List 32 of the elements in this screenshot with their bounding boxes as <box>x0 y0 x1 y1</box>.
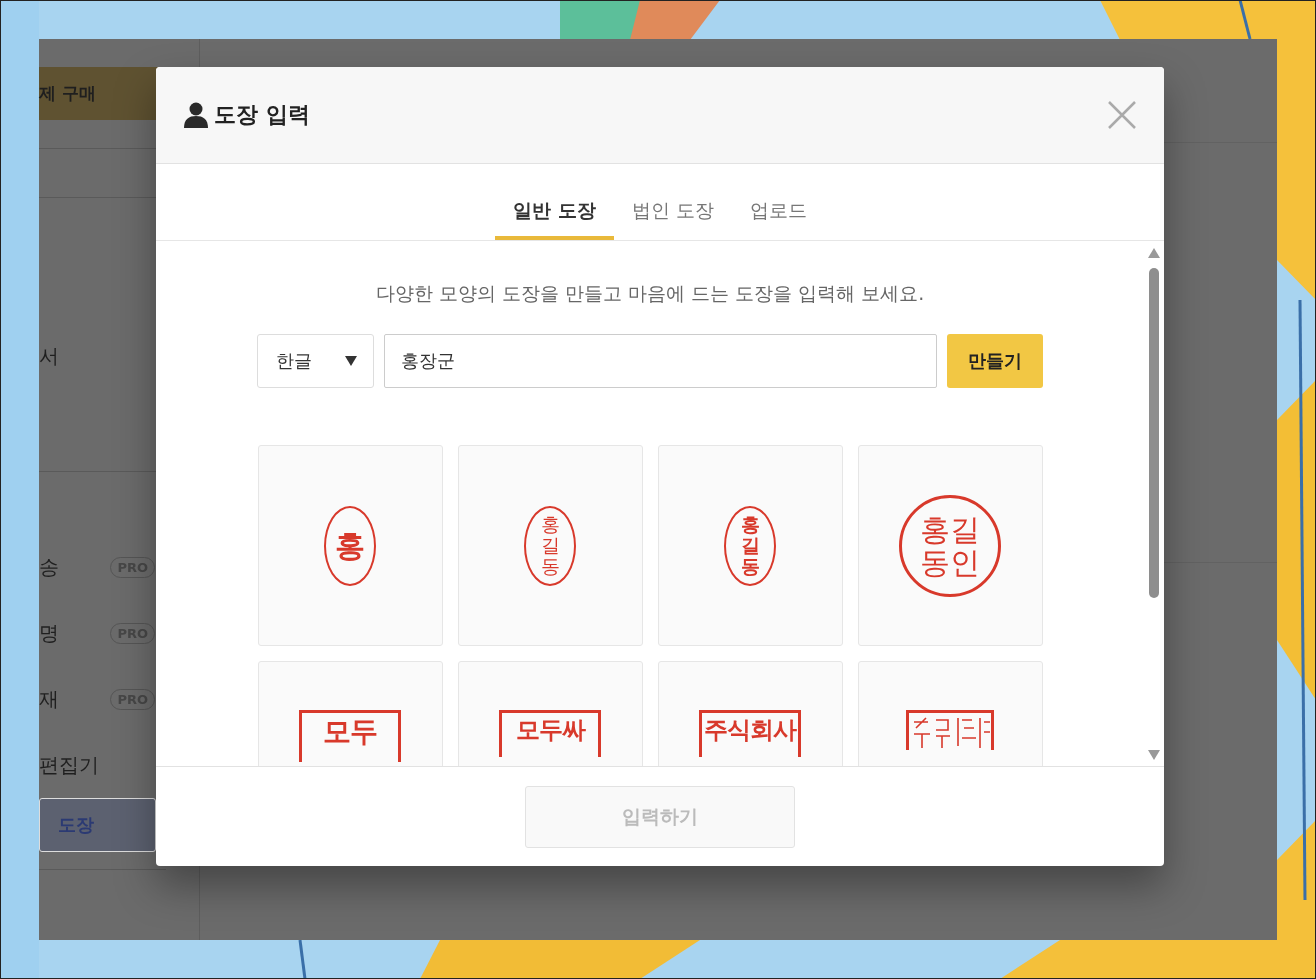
sidebar-item-label: 재 <box>39 685 60 713</box>
scroll-down-icon[interactable] <box>1148 750 1160 760</box>
stamp-option[interactable]: 홍길동 <box>457 445 643 646</box>
stamp-text: 홍 <box>335 529 365 562</box>
stamp-option[interactable]: 주식회사 <box>657 661 843 766</box>
tab[interactable]: 일반 도장 <box>495 198 614 240</box>
dialog-title: 도장 입력 <box>214 101 311 129</box>
caret-icon <box>345 356 357 366</box>
stamp-option[interactable]: 홍길동인 <box>857 445 1043 646</box>
close-icon[interactable] <box>1108 101 1136 129</box>
stamp-option[interactable]: 모두싸 <box>457 661 643 766</box>
stamp-text: 주식회사 <box>704 717 796 744</box>
stamp-option[interactable]: 홍길동 <box>657 445 843 646</box>
tab[interactable]: 업로드 <box>731 198 825 240</box>
sidebar-item-label: 송 <box>39 553 60 581</box>
stamp-text: 홍길동 <box>740 514 760 577</box>
stamp-text: 모두싸 <box>515 717 585 744</box>
user-icon <box>184 102 208 128</box>
name-field[interactable]: 홍장군 <box>384 334 937 388</box>
stamp-option[interactable]: 모두 <box>257 661 443 766</box>
sidebar-item-label: 명 <box>39 619 60 647</box>
tab[interactable]: 법인 도장 <box>613 198 732 240</box>
sidebar-item-label: 편집기 <box>39 751 100 779</box>
language-select[interactable]: 한글 <box>257 334 374 388</box>
instruction-text: 다양한 모양의 도장을 만들고 마음에 드는 도장을 입력해 보세요. <box>375 281 925 306</box>
stamp-option[interactable]: 홍 <box>257 445 443 646</box>
create-button[interactable]: 만들기 <box>947 334 1043 388</box>
scroll-up-icon[interactable] <box>1148 248 1160 258</box>
stamp-text: 홍길동인 <box>920 512 980 579</box>
stamp-text: 홍길동 <box>540 514 560 577</box>
stamp-text: 모두 <box>323 717 377 748</box>
sidebar-item-label: 서 <box>39 342 60 370</box>
